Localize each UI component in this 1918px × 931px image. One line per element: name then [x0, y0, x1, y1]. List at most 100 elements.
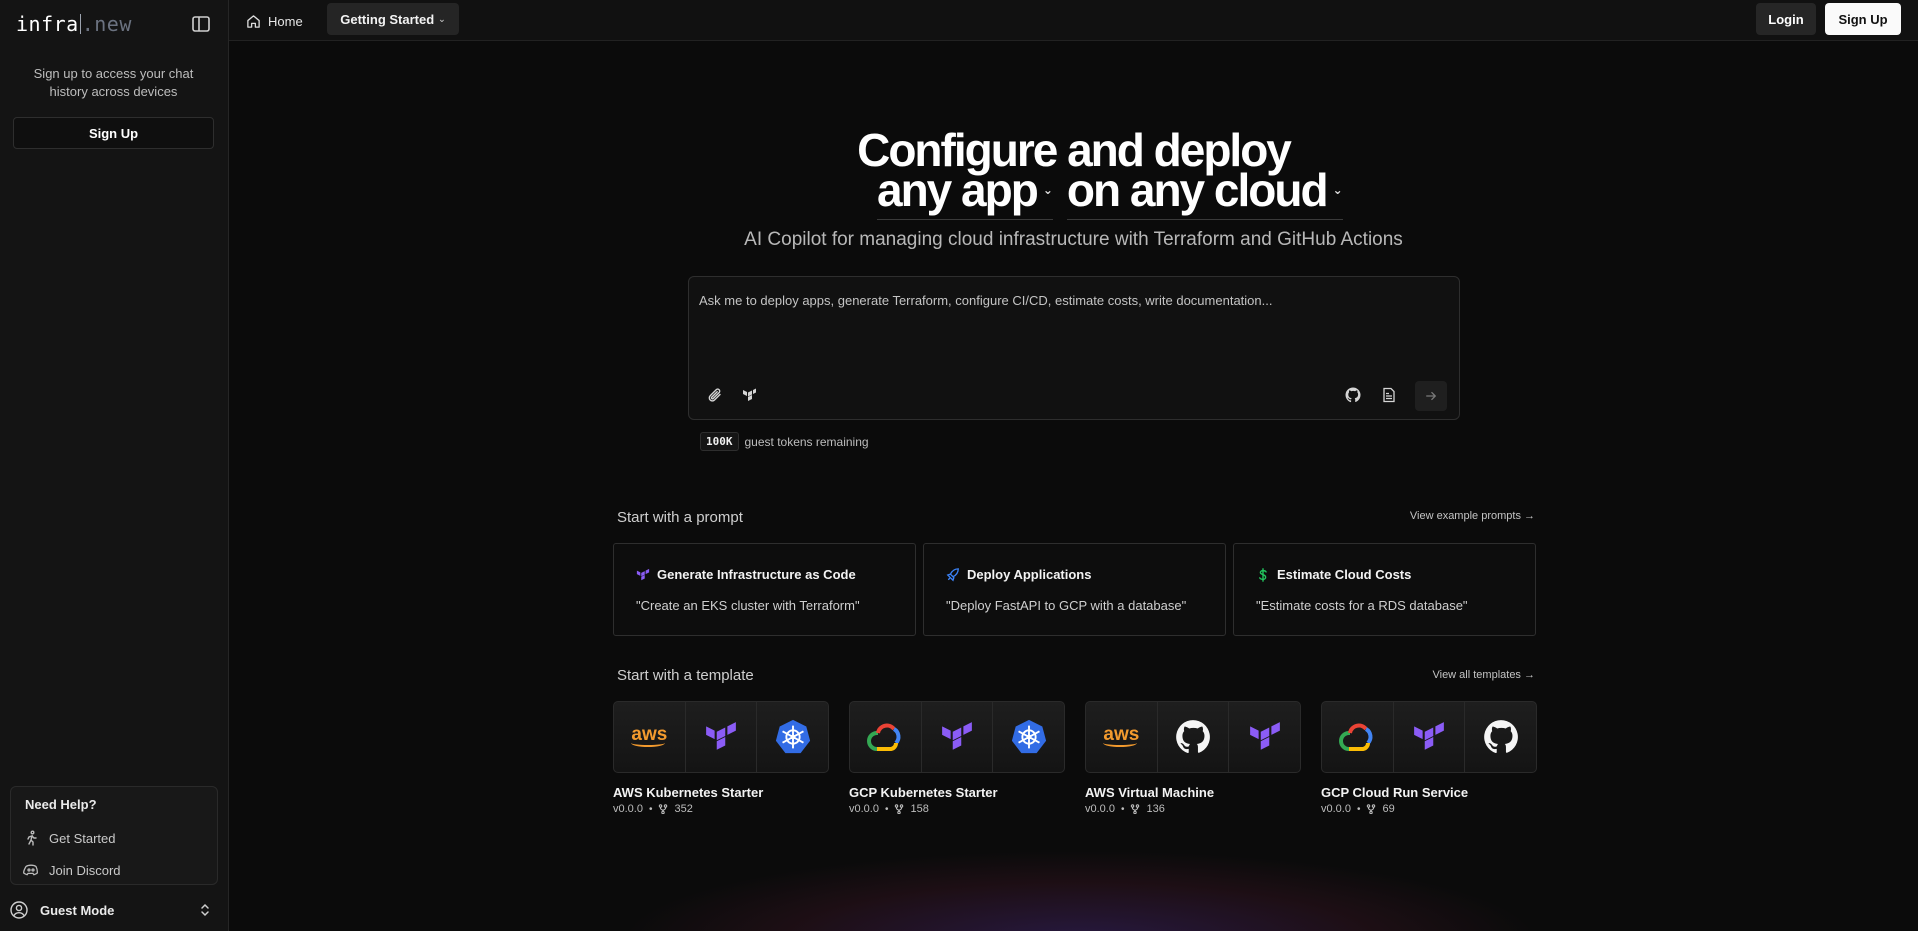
template-icons: aws: [1085, 701, 1301, 773]
gcp-icon: [867, 723, 901, 751]
separator-dot: •: [884, 803, 889, 815]
template-version: v0.0.0: [1321, 803, 1351, 815]
kubernetes-icon: [1011, 719, 1046, 754]
login-button[interactable]: Login: [1756, 3, 1816, 35]
paperclip-icon[interactable]: [707, 387, 727, 407]
template-card-aws-k8s[interactable]: aws AWS Kubernetes Starter v0.0.0 • 352: [613, 701, 829, 815]
sidebar: infra .new Sign up to access your chat hi…: [0, 0, 229, 931]
fork-icon: [1367, 804, 1376, 814]
chevron-down-icon: ⌄: [1042, 182, 1053, 197]
join-discord-link[interactable]: Join Discord: [23, 862, 121, 878]
terraform-icon: [1249, 722, 1280, 750]
document-icon[interactable]: [1381, 387, 1401, 407]
template-forks: 158: [910, 803, 929, 815]
template-icons: [1321, 701, 1537, 773]
card-quote: "Create an EKS cluster with Terraform": [636, 598, 860, 613]
template-forks: 69: [1382, 803, 1395, 815]
chevron-down-icon: ⌄: [438, 13, 446, 24]
signup-button[interactable]: Sign Up: [1825, 3, 1901, 35]
chevron-updown-icon: [201, 903, 209, 917]
github-icon: [1483, 720, 1518, 754]
card-quote: "Deploy FastAPI to GCP with a database": [946, 598, 1187, 613]
template-name: AWS Virtual Machine: [1085, 785, 1215, 800]
separator-dot: •: [648, 803, 653, 815]
background-glow: [620, 850, 1540, 931]
nav-home[interactable]: Home: [246, 8, 303, 34]
app-select-label: any app: [877, 163, 1039, 216]
chevron-down-icon: ⌄: [1332, 182, 1343, 197]
template-forks: 136: [1146, 803, 1165, 815]
run-icon: [27, 830, 37, 846]
fork-icon: [1131, 804, 1140, 814]
nav-getting-started-label: Getting Started: [340, 11, 435, 27]
sidebar-toggle-icon[interactable]: [191, 14, 211, 34]
template-meta: v0.0.0 • 69: [1321, 803, 1537, 815]
get-started-label: Get Started: [49, 830, 116, 846]
template-card-aws-vm[interactable]: aws AWS Virtual Machine v0.0.0 • 136: [1085, 701, 1301, 815]
prompt-input[interactable]: [699, 289, 1439, 311]
user-circle-icon: [10, 901, 28, 919]
template-card-gcp-k8s[interactable]: GCP Kubernetes Starter v0.0.0 • 158: [849, 701, 1065, 815]
card-quote: "Estimate costs for a RDS database": [1256, 598, 1468, 613]
template-meta: v0.0.0 • 158: [849, 803, 1065, 815]
tokens-badge: 100K: [700, 432, 739, 451]
get-started-link[interactable]: Get Started: [23, 830, 115, 846]
template-forks: 352: [674, 803, 693, 815]
hero-selectors: any app ⌄ on any cloud ⌄: [877, 164, 1343, 220]
view-all-templates-link[interactable]: View all templates →: [1432, 669, 1535, 681]
hero-subtitle: AI Copilot for managing cloud infrastruc…: [744, 229, 1403, 250]
prompt-card-costs[interactable]: Estimate Cloud Costs "Estimate costs for…: [1233, 543, 1536, 636]
card-title: Deploy Applications: [967, 567, 1092, 582]
template-version: v0.0.0: [613, 803, 643, 815]
template-name: AWS Kubernetes Starter: [613, 785, 764, 800]
rocket-icon: [946, 568, 959, 582]
prompts-section-title: Start with a prompt: [617, 509, 743, 526]
fork-icon: [659, 804, 668, 814]
tokens-text: guest tokens remaining: [744, 434, 869, 449]
logo-cursor: [79, 14, 81, 34]
template-meta: v0.0.0 • 136: [1085, 803, 1301, 815]
card-title: Estimate Cloud Costs: [1277, 567, 1412, 582]
prompt-card-deploy[interactable]: Deploy Applications "Deploy FastAPI to G…: [923, 543, 1226, 636]
terraform-icon: [1414, 722, 1444, 750]
github-icon: [1176, 720, 1210, 754]
terraform-icon: [706, 722, 736, 750]
nav-getting-started[interactable]: Getting Started ⌄: [327, 3, 459, 35]
user-menu[interactable]: Guest Mode: [10, 899, 218, 921]
app-select[interactable]: any app ⌄: [877, 163, 1053, 220]
template-card-gcp-cloud-run[interactable]: GCP Cloud Run Service v0.0.0 • 69: [1321, 701, 1537, 815]
aws-icon: aws: [631, 724, 668, 747]
cloud-select[interactable]: on any cloud ⌄: [1066, 163, 1343, 220]
card-title: Generate Infrastructure as Code: [657, 567, 856, 582]
prompt-box: [688, 276, 1460, 420]
help-title: Need Help?: [25, 797, 97, 812]
logo[interactable]: infra .new: [16, 12, 132, 36]
logo-suffix: .new: [81, 12, 132, 36]
template-version: v0.0.0: [849, 803, 879, 815]
template-version: v0.0.0: [1085, 803, 1115, 815]
home-icon: [247, 14, 260, 28]
separator-dot: •: [1120, 803, 1125, 815]
terraform-icon[interactable]: [741, 387, 761, 407]
aws-icon: aws: [1103, 724, 1140, 747]
signup-message: Sign up to access your chat history acro…: [33, 66, 194, 99]
logo-main: infra: [16, 12, 79, 36]
prompt-card-iac[interactable]: Generate Infrastructure as Code "Create …: [613, 543, 916, 636]
template-meta: v0.0.0 • 352: [613, 803, 829, 815]
templates-section-title: Start with a template: [617, 667, 754, 684]
template-icons: aws: [613, 701, 829, 773]
view-example-prompts-link[interactable]: View example prompts →: [1410, 510, 1535, 522]
github-icon[interactable]: [1345, 387, 1365, 407]
top-bar: Home Getting Started ⌄ Login Sign Up: [229, 0, 1918, 41]
separator-dot: •: [1356, 803, 1361, 815]
sidebar-signup-button[interactable]: Sign Up: [13, 117, 214, 149]
fork-icon: [895, 804, 904, 814]
template-name: GCP Cloud Run Service: [1321, 785, 1469, 800]
app-root: infra .new Sign up to access your chat hi…: [0, 0, 1918, 931]
send-button[interactable]: [1415, 381, 1447, 411]
cloud-select-label: on any cloud: [1066, 163, 1329, 216]
help-panel: Need Help? Get Started Join Discord: [10, 786, 218, 885]
kubernetes-icon: [775, 719, 810, 754]
token-counter: 100K guest tokens remaining: [700, 432, 869, 451]
join-discord-label: Join Discord: [49, 862, 121, 878]
